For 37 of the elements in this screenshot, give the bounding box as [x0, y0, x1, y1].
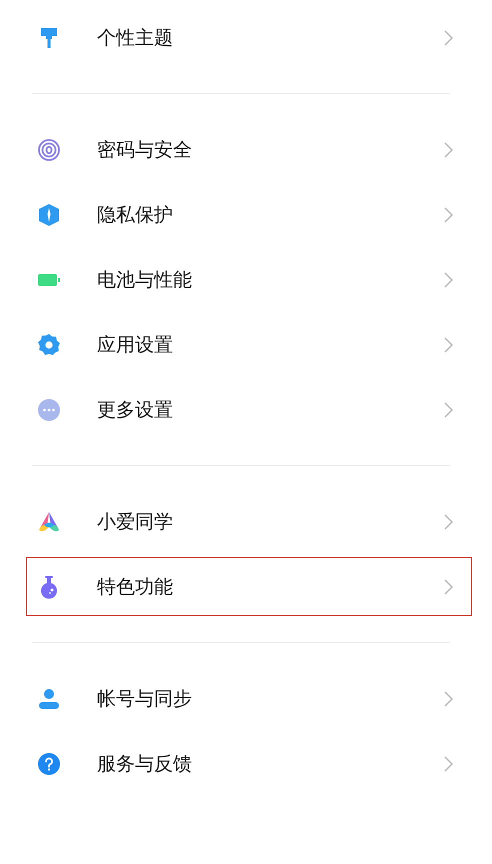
item-label: 服务与反馈	[97, 752, 193, 776]
chevron-right-icon	[444, 690, 453, 706]
fingerprint-icon	[37, 138, 61, 162]
gear-icon	[37, 332, 61, 356]
item-label: 电池与性能	[97, 268, 193, 292]
more-icon	[37, 398, 61, 422]
assistant-logo-icon	[37, 510, 61, 534]
settings-item[interactable]: 小爱同学	[26, 492, 472, 551]
settings-item[interactable]: 密码与安全	[26, 120, 472, 179]
shield-icon	[37, 202, 61, 226]
item-label: 密码与安全	[97, 138, 193, 162]
chevron-right-icon	[444, 142, 453, 158]
chevron-right-icon	[444, 756, 453, 772]
settings-item[interactable]: 服务与反馈	[26, 734, 472, 793]
chevron-right-icon	[444, 402, 453, 418]
settings-item[interactable]: 隐私保护	[26, 185, 472, 244]
item-label: 隐私保护	[97, 202, 174, 228]
settings-item[interactable]: 应用设置	[26, 315, 472, 374]
highlighted-settings-item[interactable]: 特色功能	[26, 557, 472, 616]
settings-item[interactable]: 电池与性能	[26, 250, 472, 309]
item-label: 特色功能	[97, 574, 174, 600]
person-icon	[37, 686, 61, 710]
chevron-right-icon	[444, 272, 453, 288]
settings-item[interactable]: 帐号与同步	[26, 669, 472, 728]
settings-item[interactable]: 更多设置	[26, 380, 472, 439]
settings-item[interactable]: 个性主题	[26, 8, 472, 67]
chevron-right-icon	[444, 336, 453, 352]
item-label: 应用设置	[97, 332, 174, 358]
chevron-right-icon	[444, 30, 453, 46]
chevron-right-icon	[444, 514, 453, 530]
item-label: 个性主题	[97, 26, 174, 50]
chevron-right-icon	[444, 578, 453, 594]
item-label: 帐号与同步	[97, 686, 193, 712]
help-icon	[37, 752, 61, 776]
item-label: 小爱同学	[97, 510, 174, 534]
chevron-right-icon	[444, 206, 453, 222]
item-label: 更多设置	[97, 398, 174, 422]
